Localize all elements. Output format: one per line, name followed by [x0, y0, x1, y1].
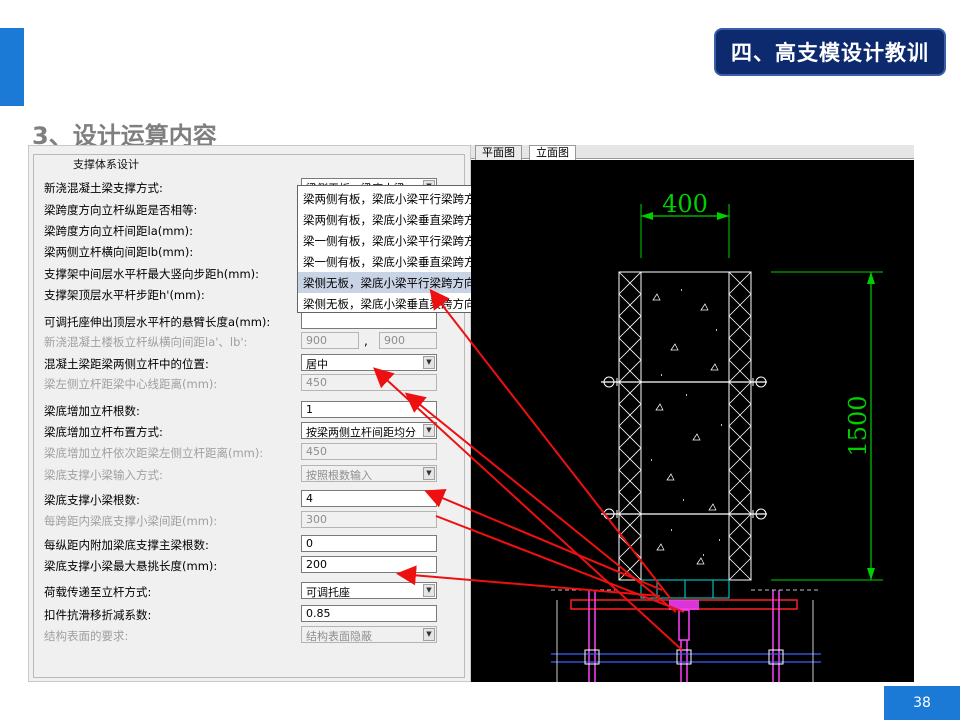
field-label: 梁跨度方向立杆间距la(mm):	[44, 224, 193, 238]
dropdown-option[interactable]: 梁一侧有板，梁底小梁平行梁跨方向	[298, 230, 496, 251]
group-title: 支撑体系设计	[70, 156, 142, 172]
form-row: 梁底支撑小梁输入方式: 按照根数输入 ▼	[44, 465, 454, 483]
field-label: 新浇混凝土梁支撑方式:	[44, 181, 163, 195]
field-label: 结构表面的要求:	[44, 629, 129, 643]
text-field[interactable]: 200	[301, 556, 437, 573]
field-label: 梁跨度方向立杆纵距是否相等:	[44, 203, 198, 217]
form-row: 每纵距内附加梁底支撑主梁根数: 0	[44, 535, 454, 553]
text-field[interactable]	[301, 312, 437, 329]
text-field[interactable]: 900	[301, 332, 359, 349]
chevron-down-icon[interactable]: ▼	[423, 628, 435, 641]
field-value: 300	[306, 513, 327, 526]
view-tabs: 平面图 立面图	[471, 145, 914, 160]
form-row: 混凝土梁距梁两侧立杆中的位置: 居中 ▼	[44, 354, 454, 372]
select-field[interactable]: 可调托座 ▼	[301, 582, 437, 599]
field-value: 按照根数输入	[306, 469, 372, 482]
form-row: 梁左侧立杆距梁中心线距离(mm): 450	[44, 374, 454, 392]
field-label: 梁底支撑小梁最大悬挑长度(mm):	[44, 559, 218, 573]
chevron-down-icon[interactable]: ▼	[423, 467, 435, 480]
concrete-beam	[640, 271, 730, 581]
select-field[interactable]: 结构表面隐蔽 ▼	[301, 626, 437, 643]
dim-width-label: 400	[662, 190, 708, 218]
dropdown-option[interactable]: 梁两侧有板，梁底小梁垂直梁跨方向	[298, 209, 496, 230]
field-value: 4	[306, 492, 313, 505]
field-value: 结构表面隐蔽	[306, 630, 372, 643]
form-row: 可调托座伸出顶层水平杆的悬臂长度a(mm):	[44, 312, 454, 330]
left-side-formwork	[618, 271, 642, 581]
form-row: 每跨距内梁底支撑小梁间距(mm): 300	[44, 511, 454, 529]
form-row: 扣件抗滑移折减系数: 0.85	[44, 605, 454, 623]
text-field[interactable]: 0.85	[301, 605, 437, 622]
field-label: 荷载传递至立杆方式:	[44, 585, 152, 599]
chevron-down-icon[interactable]: ▼	[423, 584, 435, 597]
height-dimension: 1500	[771, 271, 883, 581]
field-value: 按梁两侧立杆间距均分	[306, 426, 416, 439]
field-label: 梁底支撑小梁根数:	[44, 493, 140, 507]
text-field[interactable]: 300	[301, 511, 437, 528]
field-value: 200	[306, 558, 327, 571]
form-row: 新浇混凝土楼板立杆纵横向间距la'、lb': 900, 900	[44, 332, 454, 350]
field-label: 梁左侧立杆距梁中心线距离(mm):	[44, 377, 218, 391]
field-value: 居中	[306, 358, 328, 371]
chevron-down-icon[interactable]: ▼	[423, 356, 435, 369]
text-field[interactable]: 1	[301, 401, 437, 418]
width-dimension: 400	[640, 190, 730, 258]
field-label: 每跨距内梁底支撑小梁间距(mm):	[44, 514, 218, 528]
dropdown-option[interactable]: 梁两侧有板，梁底小梁平行梁跨方向	[298, 188, 496, 209]
dropdown-option[interactable]: 梁侧无板，梁底小梁平行梁跨方向	[298, 272, 496, 293]
field-label: 可调托座伸出顶层水平杆的悬臂长度a(mm):	[44, 315, 271, 329]
form-row: 荷载传递至立杆方式: 可调托座 ▼	[44, 582, 454, 600]
field-value: 450	[306, 445, 327, 458]
field-label: 梁底增加立杆根数:	[44, 404, 140, 418]
tab-elevation-view[interactable]: 立面图	[529, 145, 576, 160]
field-value: 0	[306, 537, 313, 550]
form-row: 梁底支撑小梁最大悬挑长度(mm): 200	[44, 556, 454, 574]
tab-plan-view[interactable]: 平面图	[475, 145, 522, 160]
field-label: 支撑架中间层水平杆最大竖向步距h(mm):	[44, 267, 260, 281]
elevation-drawing-canvas: 400 1500	[471, 160, 914, 682]
field-label: 扣件抗滑移折减系数:	[44, 608, 152, 622]
text-field[interactable]: 450	[301, 374, 437, 391]
form-row: 梁底增加立杆布置方式: 按梁两侧立杆间距均分 ▼	[44, 422, 454, 440]
text-field[interactable]: 450	[301, 443, 437, 460]
field-label: 梁底增加立杆依次距梁左侧立杆距离(mm):	[44, 446, 264, 460]
field-label: 混凝土梁距梁两侧立杆中的位置:	[44, 357, 209, 371]
dropdown-option[interactable]: 梁一侧有板，梁底小梁垂直梁跨方向	[298, 251, 496, 272]
bottom-secondary-beams	[640, 579, 730, 599]
select-field[interactable]: 按梁两侧立杆间距均分 ▼	[301, 422, 437, 439]
adjustable-jack	[669, 600, 699, 641]
tie-bolts	[601, 376, 767, 520]
field-label: 梁底支撑小梁输入方式:	[44, 468, 163, 482]
form-row: 结构表面的要求: 结构表面隐蔽 ▼	[44, 626, 454, 644]
form-row: 梁底支撑小梁根数: 4	[44, 490, 454, 508]
field-value: 0.85	[306, 607, 331, 620]
page-number: 38	[884, 686, 960, 720]
field-label: 梁底增加立杆布置方式:	[44, 425, 163, 439]
section-badge: 四、高支模设计教训	[714, 28, 946, 76]
field-value: 1	[306, 403, 313, 416]
field-label: 梁两侧立杆横向间距lb(mm):	[44, 245, 194, 259]
horizontal-tubes	[551, 649, 821, 665]
accent-bar	[0, 28, 24, 106]
field-label: 支撑架顶层水平杆步距h'(mm):	[44, 288, 205, 302]
separator: ,	[364, 334, 368, 348]
field-value: 450	[306, 376, 327, 389]
select-field[interactable]: 按照根数输入 ▼	[301, 465, 437, 482]
form-row: 梁底增加立杆根数: 1	[44, 401, 454, 419]
text-field[interactable]: 4	[301, 490, 437, 507]
chevron-down-icon[interactable]: ▼	[423, 424, 435, 437]
field-label: 新浇混凝土楼板立杆纵横向间距la'、lb':	[44, 335, 248, 349]
select-field[interactable]: 居中 ▼	[301, 354, 437, 371]
text-field[interactable]: 900	[379, 332, 437, 349]
dim-height-label: 1500	[844, 395, 872, 456]
right-side-formwork	[728, 271, 752, 581]
text-field[interactable]: 0	[301, 535, 437, 552]
field-label: 每纵距内附加梁底支撑主梁根数:	[44, 538, 209, 552]
dropdown-option[interactable]: 梁侧无板，梁底小梁垂直梁跨方向	[298, 293, 496, 314]
elevation-drawing: 400 1500	[551, 190, 883, 682]
field-value: 可调托座	[306, 586, 350, 599]
support-method-dropdown-list[interactable]: 梁两侧有板，梁底小梁平行梁跨方向 梁两侧有板，梁底小梁垂直梁跨方向 梁一侧有板，梁底…	[297, 185, 497, 313]
form-row: 梁底增加立杆依次距梁左侧立杆距离(mm): 450	[44, 443, 454, 461]
